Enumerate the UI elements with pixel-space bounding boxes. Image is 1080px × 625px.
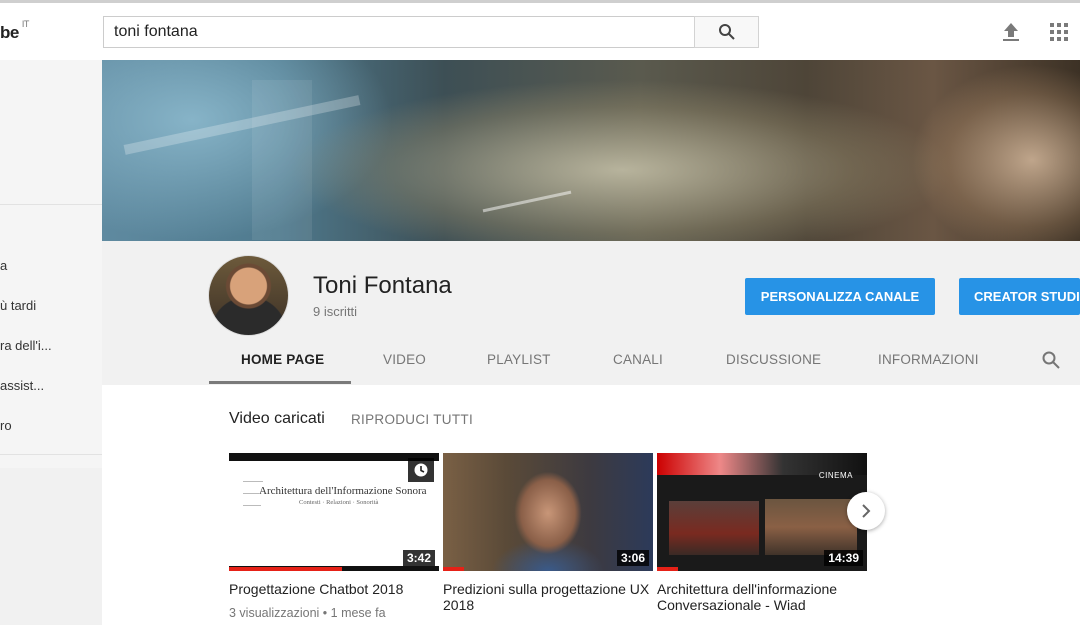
video-thumbnail[interactable]: CINEMA 14:39 [657, 453, 867, 571]
watch-progress-bar [229, 567, 343, 571]
thumbnail-label: CINEMA [818, 471, 853, 480]
masthead: be IT toni fontana [0, 3, 1080, 60]
active-tab-indicator [209, 381, 351, 384]
tab-about[interactable]: INFORMAZIONI [878, 352, 979, 367]
customize-channel-button[interactable]: PERSONALIZZA CANALE [745, 278, 935, 315]
video-title[interactable]: Architettura dell'informazione Conversaz… [657, 581, 869, 613]
guide-sidebar: a ù tardi ra dell'i... assist... ro [0, 60, 102, 468]
youtube-logo[interactable]: be IT [0, 19, 29, 43]
chevron-right-icon [862, 504, 871, 518]
search-icon [1042, 351, 1060, 369]
sidebar-item-5[interactable]: ro [0, 418, 100, 433]
tab-discussion[interactable]: DISCUSSIONE [726, 352, 821, 367]
tab-channels[interactable]: CANALI [613, 352, 663, 367]
channel-name: Toni Fontana [313, 272, 452, 299]
channel-banner [102, 60, 1080, 241]
thumbnail-subtitle-text: Contesti · Relazioni · Sonorità [299, 499, 379, 506]
section-title[interactable]: Video caricati [229, 410, 325, 428]
tab-home[interactable]: HOME PAGE [241, 352, 324, 367]
subscriber-count: 9 iscritti [313, 304, 358, 319]
sidebar-item-2[interactable]: ù tardi [0, 298, 100, 313]
video-thumbnail[interactable]: 3:06 [443, 453, 653, 571]
sidebar-item-1[interactable]: a [0, 258, 100, 273]
sidebar-item-3[interactable]: ra dell'i... [0, 338, 100, 353]
apps-icon [1050, 23, 1068, 41]
search-icon [718, 24, 735, 40]
video-duration: 14:39 [824, 550, 863, 566]
thumbnail-title-text: Architettura dell'Informazione Sonora [259, 485, 427, 497]
logo-text: be [0, 23, 19, 42]
upload-button[interactable] [1000, 21, 1022, 43]
sidebar-divider [0, 204, 102, 205]
clock-icon [414, 463, 428, 477]
watch-later-button[interactable] [408, 458, 434, 482]
sidebar-item-4[interactable]: assist... [0, 378, 100, 393]
watch-progress-bar [443, 567, 464, 571]
video-title[interactable]: Progettazione Chatbot 2018 [229, 581, 441, 597]
shelf-next-button[interactable] [847, 492, 885, 530]
search-input[interactable]: toni fontana [103, 16, 695, 48]
video-duration: 3:06 [616, 550, 649, 566]
tab-video[interactable]: VIDEO [383, 352, 426, 367]
channel-avatar[interactable] [208, 255, 289, 336]
video-thumbnail[interactable]: Architettura dell'Informazione Sonora Co… [229, 453, 439, 571]
play-all-button[interactable]: RIPRODUCI TUTTI [351, 412, 473, 427]
video-metadata: 3 visualizzazioni • 1 mese fa [229, 606, 386, 620]
sidebar-divider [0, 454, 102, 455]
channel-search-button[interactable] [1041, 350, 1061, 375]
watch-progress-bar [657, 567, 678, 571]
creator-studio-button[interactable]: CREATOR STUDIO [959, 278, 1080, 315]
logo-region: IT [21, 19, 30, 30]
video-duration: 3:42 [402, 550, 435, 566]
video-title[interactable]: Predizioni sulla progettazione UX 2018 [443, 581, 655, 613]
upload-icon [1003, 23, 1019, 41]
search-button[interactable] [694, 16, 759, 48]
tab-playlist[interactable]: PLAYLIST [487, 352, 551, 367]
apps-button[interactable] [1048, 21, 1070, 43]
